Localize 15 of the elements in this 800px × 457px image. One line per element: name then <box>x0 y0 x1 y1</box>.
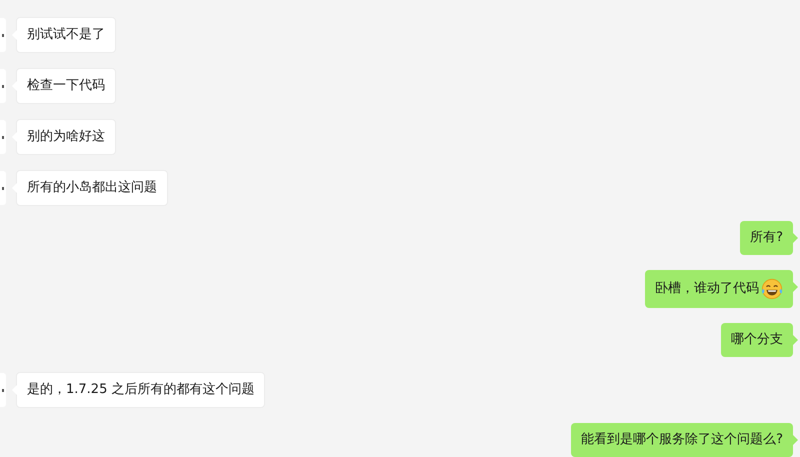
avatar[interactable] <box>0 69 6 103</box>
laughing-emoji-icon <box>761 278 783 300</box>
avatar[interactable] <box>0 373 6 407</box>
avatar[interactable] <box>0 18 6 52</box>
message-text: 所有的小岛都出这问题 <box>27 179 157 197</box>
message-text: 哪个分支 <box>731 331 783 349</box>
message-text: 能看到是哪个服务除了这个问题么? <box>581 431 783 449</box>
avatar[interactable] <box>0 171 6 205</box>
avatar[interactable] <box>0 120 6 154</box>
message-text: 别的为啥好这 <box>27 128 105 146</box>
message-text: 所有? <box>750 229 783 247</box>
message-text: 卧槽，谁动了代码 <box>655 280 759 298</box>
message-text: 别试试不是了 <box>27 26 105 44</box>
message-text: 检查一下代码 <box>27 77 105 95</box>
message-text: 是的，1.7.25 之后所有的都有这个问题 <box>27 381 254 399</box>
